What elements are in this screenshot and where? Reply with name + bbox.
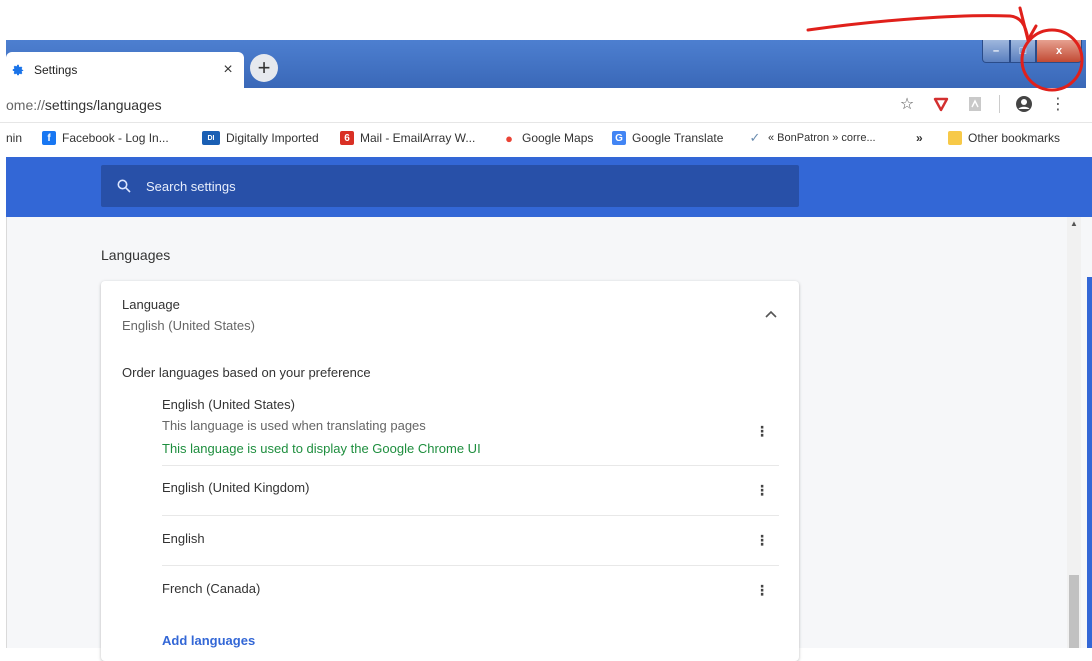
add-languages-button[interactable]: Add languages: [162, 633, 255, 648]
star-icon[interactable]: ☆: [897, 94, 917, 114]
settings-content: Languages Language English (United State…: [6, 217, 1092, 661]
url-prefix: ome://: [6, 97, 45, 113]
title-bar: Settings × + – □ x: [6, 40, 1086, 88]
bookmark-bonpatron[interactable]: ✓ « BonPatron » corre...: [748, 130, 876, 145]
language-title: Language: [122, 297, 180, 312]
language-current: English (United States): [122, 318, 255, 333]
list-item: English (United Kingdom) ⋮: [162, 465, 779, 516]
digitally-imported-icon: DI: [202, 131, 220, 145]
minimize-button[interactable]: –: [982, 40, 1010, 63]
scrollbar[interactable]: ▲: [1067, 217, 1081, 648]
close-icon[interactable]: ×: [218, 60, 238, 80]
url-text[interactable]: ome://settings/languages: [6, 97, 162, 113]
list-item: English ⋮: [162, 515, 779, 566]
bookmark-google-translate[interactable]: G Google Translate: [612, 131, 723, 145]
bookmark-mail[interactable]: 6 Mail - EmailArray W...: [340, 131, 475, 145]
language-name: English: [162, 531, 205, 546]
facebook-icon: f: [42, 131, 56, 145]
language-ui-note: This language is used to display the Goo…: [162, 441, 481, 456]
language-name: French (Canada): [162, 581, 261, 596]
language-header[interactable]: Language English (United States): [122, 297, 255, 333]
new-tab-button[interactable]: +: [250, 54, 278, 82]
search-icon: [117, 179, 131, 193]
window-controls: – □ x: [982, 40, 1082, 63]
more-options-icon[interactable]: ⋮: [755, 424, 769, 438]
bookmarks-overflow-button[interactable]: »: [916, 131, 923, 145]
settings-header: Search settings: [6, 157, 1092, 217]
bookmarks-bar: nin f Facebook - Log In... DI Digitally …: [0, 123, 1092, 153]
window-edge: [1087, 277, 1092, 648]
check-icon: ✓: [749, 130, 761, 145]
bookmark-other-bookmarks[interactable]: Other bookmarks: [948, 131, 1060, 145]
scroll-up-icon[interactable]: ▲: [1070, 219, 1078, 228]
order-languages-label: Order languages based on your preference: [122, 365, 371, 380]
section-title: Languages: [101, 247, 171, 263]
bookmark-google-maps[interactable]: ● Google Maps: [502, 130, 593, 146]
bookmark-facebook[interactable]: f Facebook - Log In...: [42, 131, 169, 145]
url-path: settings/languages: [44, 97, 162, 113]
pdf-extension-icon[interactable]: [965, 94, 985, 114]
map-pin-icon: ●: [505, 130, 513, 146]
menu-kebab-icon[interactable]: ⋮: [1048, 94, 1068, 114]
language-name: English (United States): [162, 397, 295, 412]
chevron-up-icon[interactable]: [765, 305, 777, 321]
list-item: English (United States) This language is…: [162, 397, 779, 466]
toolbar-separator: [999, 95, 1000, 113]
search-placeholder: Search settings: [146, 178, 236, 194]
translate-icon: G: [612, 131, 626, 145]
bookmark-item[interactable]: nin: [6, 131, 22, 145]
shield-extension-icon[interactable]: [931, 94, 951, 114]
more-options-icon[interactable]: ⋮: [755, 583, 769, 597]
close-window-button[interactable]: x: [1036, 40, 1082, 63]
language-card: Language English (United States) Order l…: [101, 281, 799, 661]
profile-icon[interactable]: [1014, 94, 1034, 114]
tab-settings[interactable]: Settings ×: [6, 52, 244, 88]
language-sub: This language is used when translating p…: [162, 418, 426, 433]
bookmark-digitally-imported[interactable]: DI Digitally Imported: [202, 131, 319, 145]
language-name: English (United Kingdom): [162, 480, 310, 495]
scrollbar-thumb[interactable]: [1069, 575, 1079, 648]
search-input[interactable]: Search settings: [101, 165, 799, 207]
list-item: French (Canada) ⋮: [162, 565, 779, 615]
maximize-button[interactable]: □: [1010, 40, 1036, 63]
folder-icon: [948, 131, 962, 145]
gear-icon: [10, 62, 26, 78]
address-bar[interactable]: ome://settings/languages ☆ ⋮: [0, 88, 1092, 123]
more-options-icon[interactable]: ⋮: [755, 533, 769, 547]
more-options-icon[interactable]: ⋮: [755, 483, 769, 497]
tab-title: Settings: [34, 63, 78, 77]
mail-icon: 6: [340, 131, 354, 145]
